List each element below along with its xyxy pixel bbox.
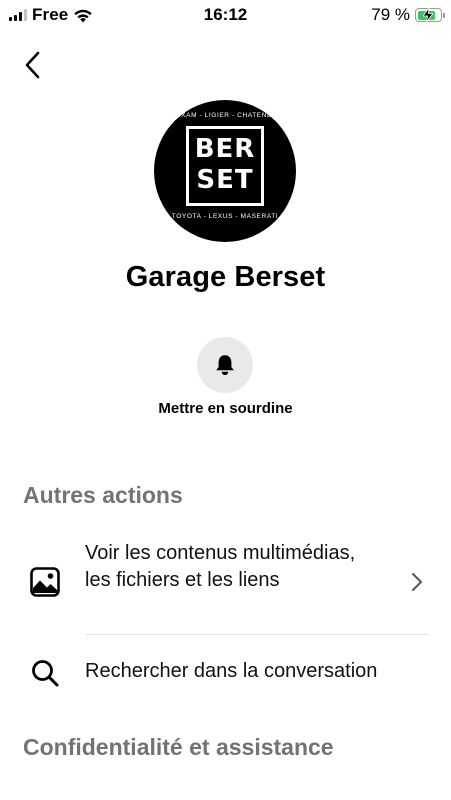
- avatar-logo-line-1: BER: [194, 134, 256, 164]
- chevron-left-icon: [25, 51, 40, 79]
- charging-bolt-icon: [423, 8, 433, 22]
- mute-label: Mettre en sourdine: [158, 400, 293, 417]
- bell-icon: [216, 355, 234, 375]
- battery-icon: [415, 8, 445, 22]
- battery-percent: 79 %: [371, 5, 410, 24]
- image-icon: [30, 567, 60, 602]
- avatar-brands-bottom: TOYOTA - LEXUS - MASERATI: [171, 213, 279, 220]
- status-bar-right: 79 %: [371, 5, 445, 25]
- media-files-links-row[interactable]: Voir les contenus multimédias, les fichi…: [0, 538, 451, 632]
- avatar-brands-top: RIXAM - LIGIER - CHATENET: [173, 112, 277, 119]
- avatar-logo-line-2: SET: [196, 165, 254, 195]
- profile-name: Garage Berset: [125, 261, 326, 293]
- row-divider: [85, 634, 429, 635]
- chevron-right-icon: [411, 572, 423, 597]
- section-title-other-actions: Autres actions: [23, 482, 183, 508]
- back-button[interactable]: [18, 48, 50, 82]
- search-conversation-row[interactable]: Rechercher dans la conversation: [0, 650, 451, 696]
- section-title-privacy: Confidentialité et assistance: [23, 734, 334, 760]
- media-files-links-label: Voir les contenus multimédias, les fichi…: [85, 542, 356, 591]
- status-bar: Free 16:12 79 %: [0, 0, 451, 30]
- avatar-logo: BER SET: [186, 126, 264, 206]
- avatar[interactable]: RIXAM - LIGIER - CHATENET BER SET TOYOTA…: [154, 100, 296, 242]
- search-icon: [30, 658, 60, 693]
- mute-button[interactable]: [197, 337, 253, 393]
- search-conversation-label: Rechercher dans la conversation: [85, 660, 378, 682]
